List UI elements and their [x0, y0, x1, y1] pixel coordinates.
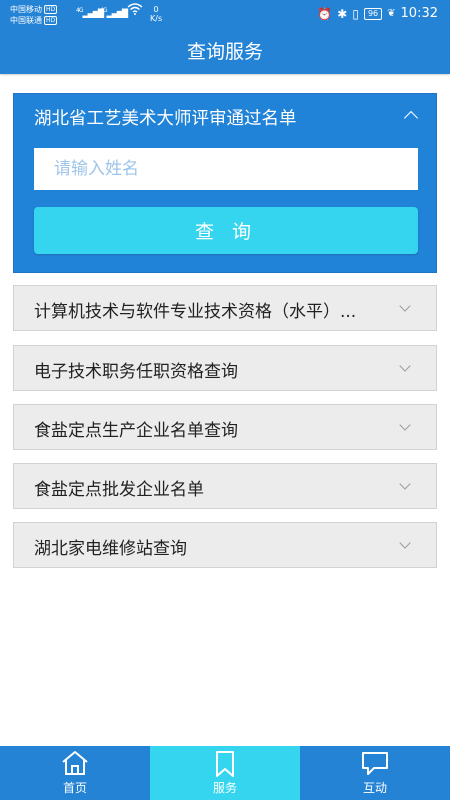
bottom-nav: 首页 服务 互动 — [0, 746, 450, 800]
bookmark-icon — [213, 750, 237, 782]
accordion-item-electronics-qualification[interactable]: 电子技术职务任职资格查询 — [13, 345, 437, 391]
chevron-up-icon[interactable] — [403, 110, 419, 126]
nav-service-label: 服务 — [212, 781, 237, 795]
nav-home[interactable]: 首页 — [0, 746, 150, 800]
accordion-item-label: 湖北家电维修站查询 — [34, 539, 187, 559]
accordion-item-appliance-repair[interactable]: 湖北家电维修站查询 — [13, 522, 437, 568]
query-button[interactable]: 查 询 — [34, 207, 418, 254]
signal-icon-2: 4G▂▄▆█ — [100, 7, 128, 18]
title-bar: 查询服务 — [0, 30, 450, 74]
carrier-1: 中国移动 — [10, 5, 42, 14]
clock: 10:32 — [400, 6, 438, 21]
accordion-item-label: 计算机技术与软件专业技术资格（水平）... — [34, 302, 357, 322]
network-type-2: 4G — [100, 7, 108, 14]
hd-badge-2: HD — [44, 16, 58, 25]
status-bar: 中国移动 HD 中国联通 HD 4G▂▄▆█ 4G▂▄▆█ 0 K/s ⏰ ✱ ▯ … — [0, 0, 450, 30]
status-right: ⏰ ✱ ▯ 96 ❦ 10:32 — [317, 6, 438, 21]
page-title: 查询服务 — [186, 41, 263, 63]
wifi-icon — [127, 3, 143, 18]
accordion-item-label: 电子技术职务任职资格查询 — [34, 362, 238, 382]
chat-icon — [360, 750, 390, 780]
network-type-1: 4G — [76, 7, 84, 14]
nav-home-label: 首页 — [62, 781, 87, 795]
expanded-query-panel: 湖北省工艺美术大师评审通过名单 查 询 — [13, 93, 437, 273]
speed-value: 0 — [153, 5, 159, 14]
accordion-item-salt-wholesalers[interactable]: 食盐定点批发企业名单 — [13, 463, 437, 509]
leaf-icon: ❦ — [387, 8, 396, 19]
speed-unit: K/s — [150, 14, 163, 23]
alarm-icon: ⏰ — [317, 6, 333, 21]
accordion-item-label: 食盐定点生产企业名单查询 — [34, 421, 238, 441]
accordion-item-computer-qualification[interactable]: 计算机技术与软件专业技术资格（水平）... — [13, 285, 437, 331]
accordion-item-label: 食盐定点批发企业名单 — [34, 480, 204, 500]
name-input[interactable] — [34, 148, 418, 190]
nav-interact[interactable]: 互动 — [300, 746, 450, 800]
hd-badge-1: HD — [44, 5, 58, 14]
accordion-item-salt-producers[interactable]: 食盐定点生产企业名单查询 — [13, 404, 437, 450]
battery-icon: 96 — [363, 7, 383, 20]
home-icon — [60, 750, 90, 780]
app-screen: 中国移动 HD 中国联通 HD 4G▂▄▆█ 4G▂▄▆█ 0 K/s ⏰ ✱ ▯ … — [0, 0, 450, 800]
nav-service[interactable]: 服务 — [150, 746, 300, 800]
vibrate-icon: ▯ — [352, 6, 359, 21]
bluetooth-icon: ✱ — [337, 6, 348, 21]
panel-header[interactable]: 湖北省工艺美术大师评审通过名单 — [34, 105, 297, 130]
nav-interact-label: 互动 — [362, 781, 387, 795]
carrier-info: 中国移动 HD 中国联通 HD — [10, 4, 58, 26]
net-speed: 0 K/s — [150, 5, 162, 23]
carrier-2: 中国联通 — [10, 16, 42, 25]
